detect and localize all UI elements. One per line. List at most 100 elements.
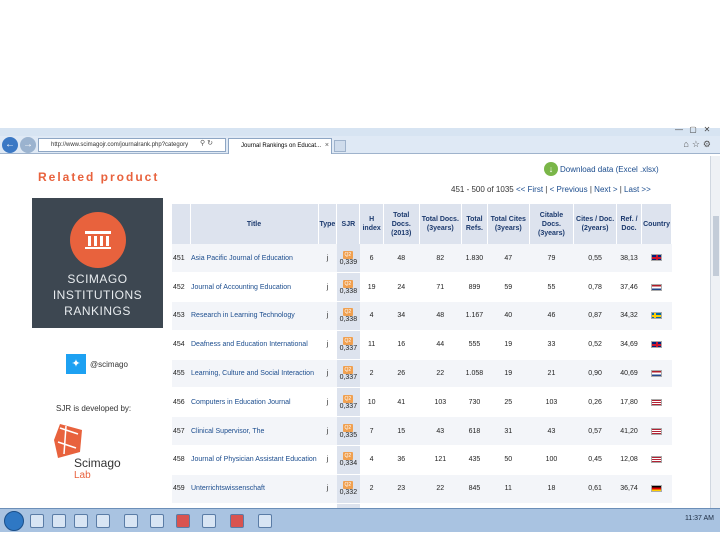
row-type: j [318,244,337,274]
scrollbar-thumb[interactable] [713,216,719,276]
row-refdoc: 37,46 [616,272,642,303]
forward-button[interactable]: → [20,137,36,153]
tab-title: Journal Rankings on Educat... [241,143,322,149]
row-h: 7 [359,416,384,447]
journal-title-link[interactable]: Computers in Education Journal [190,387,318,418]
vertical-scrollbar[interactable] [710,156,720,520]
pagination-first[interactable]: << First [516,185,543,194]
row-country [641,445,672,475]
col-total-docs-2013[interactable]: Total Docs. (2013) [383,204,420,244]
row-type: j [318,359,337,389]
clock[interactable]: 11:37 AM [685,515,714,522]
row-citesdoc: 0,55 [573,244,617,274]
search-refresh-icons[interactable]: ⚲ ↻ [200,139,213,147]
sjr-value: 0,337 [339,345,358,353]
row-docs2013: 41 [383,387,420,418]
back-button[interactable]: ← [2,137,18,153]
row-h: 4 [359,301,384,331]
col-country[interactable]: Country [641,204,672,244]
row-citable: 55 [529,272,574,303]
row-refs: 1.167 [461,301,488,331]
new-tab-button[interactable] [334,140,346,152]
taskbar-app-icon[interactable] [124,514,138,528]
close-tab-icon[interactable]: × [325,139,329,153]
col-total-docs-3y[interactable]: Total Docs. (3years) [419,204,462,244]
table-row: 458 Journal of Physician Assistant Educat… [172,445,672,475]
journal-title-link[interactable]: Asia Pacific Journal of Education [190,244,318,274]
taskbar-app-icon[interactable] [202,514,216,528]
taskbar-pdf-icon[interactable] [230,514,244,528]
pagination-previous[interactable]: < Previous [550,185,588,194]
row-country [641,272,672,303]
minimize-button[interactable]: — [672,125,686,135]
download-label: Download data (Excel .xlsx) [560,164,659,174]
sir-line-3: RANKINGS [64,304,131,318]
page-content: Related product ↓ Download data (Excel .… [26,158,688,520]
row-country [641,330,672,360]
col-total-refs[interactable]: Total Refs. [461,204,488,244]
taskbar-folder-icon[interactable] [52,514,66,528]
col-cites-per-doc[interactable]: Cites / Doc. (2years) [573,204,617,244]
sir-banner[interactable]: SCIMAGO INSTITUTIONS RANKINGS [32,198,163,328]
row-docs2013: 36 [383,445,420,475]
journal-title-link[interactable]: Deafness and Education International [190,330,318,360]
row-docs2013: 48 [383,244,420,274]
col-citable-docs[interactable]: Citable Docs. (3years) [529,204,575,244]
row-cites3y: 25 [487,387,530,418]
row-country [641,387,672,418]
row-cites3y: 59 [487,272,530,303]
sjr-value: 0,337 [339,374,358,382]
row-sjr: Q20,337 [336,387,360,418]
col-type[interactable]: Type [318,204,338,244]
maximize-button[interactable]: ▢ [686,125,700,135]
taskbar-media-icon[interactable] [74,514,88,528]
col-title[interactable]: Title [190,204,319,244]
taskbar-chrome-icon[interactable] [96,514,110,528]
pagination-next[interactable]: Next > [594,185,617,194]
building-icon [85,231,111,249]
journal-title-link[interactable]: Unterrichtswissenschaft [190,474,318,504]
toolbar-icons[interactable]: ⌂☆⚙ [683,139,714,150]
journal-title-link[interactable]: Journal of Accounting Education [190,272,318,303]
taskbar-ie-icon[interactable] [30,514,44,528]
row-rank: 452 [172,272,190,303]
quartile-badge: Q2 [342,394,353,403]
row-cites3y: 40 [487,301,530,331]
col-h-index[interactable]: H index [359,204,384,244]
row-sjr: Q20,337 [336,359,360,389]
taskbar-app-icon[interactable] [258,514,272,528]
col-sjr[interactable]: SJR [336,204,361,244]
row-refs: 555 [461,330,488,360]
download-data-link[interactable]: ↓ Download data (Excel .xlsx) [544,162,659,176]
row-citable: 21 [529,359,574,389]
row-cites3y: 19 [487,330,530,360]
row-rank: 457 [172,416,190,447]
journal-title-link[interactable]: Clinical Supervisor, The [190,416,318,447]
row-citesdoc: 0,26 [573,387,617,418]
col-total-cites-3y[interactable]: Total Cites (3years) [487,204,530,244]
address-bar[interactable]: http://www.scimagojr.com/journalrank.php… [38,138,226,152]
start-button[interactable] [4,511,24,531]
row-sjr: Q20,335 [336,416,360,447]
pagination-last[interactable]: Last >> [624,185,651,194]
row-rank: 453 [172,301,190,331]
row-rank: 455 [172,359,190,389]
row-docs2013: 23 [383,474,420,504]
close-button[interactable]: ✕ [700,125,714,135]
tab-journal-rankings[interactable]: Journal Rankings on Educat... × [228,138,332,154]
journal-title-link[interactable]: Journal of Physician Assistant Education [190,445,318,475]
twitter-link[interactable]: ✦ @scimago [66,354,128,374]
journal-title-link[interactable]: Research in Learning Technology [190,301,318,331]
journal-title-link[interactable]: Learning, Culture and Social Interaction [190,359,318,389]
taskbar-powerpoint-icon[interactable] [176,514,190,528]
system-tray[interactable]: 11:37 AM [685,515,714,522]
us-flag-icon [651,456,663,464]
row-citable: 33 [529,330,574,360]
row-refs: 1.058 [461,359,488,389]
row-docs3y: 71 [419,272,462,303]
col-ref-per-doc[interactable]: Ref. / Doc. [616,204,643,244]
row-h: 4 [359,445,384,475]
taskbar-app-icon[interactable] [150,514,164,528]
developed-by-text: SJR is developed by: [56,404,132,413]
row-country [641,416,672,447]
